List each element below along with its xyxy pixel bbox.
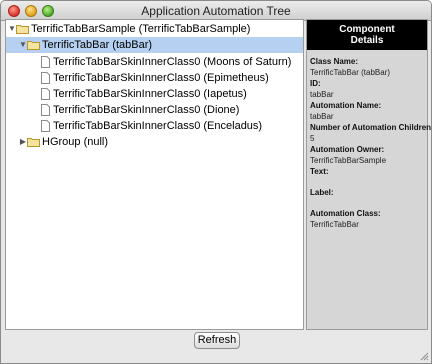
text-label: Text: bbox=[310, 167, 329, 176]
class-name-label: Class Name: bbox=[310, 57, 359, 66]
automation-tree[interactable]: ▼ TerrificTabBarSample (TerrificTabBarSa… bbox=[5, 19, 304, 330]
tree-row-label: TerrificTabBarSkinInnerClass0 (Epimetheu… bbox=[53, 72, 269, 84]
details-header-line2: Details bbox=[350, 35, 384, 46]
tree-row-skin-enceladus[interactable]: TerrificTabBarSkinInnerClass0 (Enceladus… bbox=[6, 118, 303, 134]
tree-row-label: TerrificTabBarSkinInnerClass0 (Moons of … bbox=[53, 56, 292, 68]
folder-icon bbox=[27, 138, 40, 147]
tree-row-skin-dione[interactable]: TerrificTabBarSkinInnerClass0 (Dione) bbox=[6, 102, 303, 118]
details-header-line1: Component bbox=[339, 24, 395, 35]
automation-owner-value: TerrificTabBarSample bbox=[310, 156, 387, 165]
id-label: ID: bbox=[310, 79, 321, 88]
automation-class-value: TerrificTabBar bbox=[310, 220, 359, 229]
label-label: Label: bbox=[310, 188, 334, 197]
class-name-value: TerrificTabBar (tabBar) bbox=[310, 68, 391, 77]
tree-row-terrific-tab-bar-sample[interactable]: ▼ TerrificTabBarSample (TerrificTabBarSa… bbox=[6, 21, 303, 37]
tree-row-label: TerrificTabBarSkinInnerClass0 (Dione) bbox=[53, 104, 240, 116]
automation-name-value: tabBar bbox=[310, 112, 334, 121]
tree-row-skin-moons-of-saturn[interactable]: TerrificTabBarSkinInnerClass0 (Moons of … bbox=[6, 54, 303, 70]
component-details-panel: Component Details Class Name: TerrificTa… bbox=[306, 19, 431, 330]
tree-row-label: TerrificTabBarSample (TerrificTabBarSamp… bbox=[31, 23, 251, 35]
refresh-button[interactable]: Refresh bbox=[194, 332, 240, 349]
details-header: Component Details bbox=[307, 20, 427, 50]
tree-row-label: TerrificTabBarSkinInnerClass0 (Enceladus… bbox=[53, 120, 263, 132]
document-icon bbox=[41, 120, 50, 132]
tree-row-terrific-tab-bar[interactable]: ▼ TerrificTabBar (tabBar) bbox=[6, 37, 303, 53]
window-title: Application Automation Tree bbox=[141, 4, 291, 18]
tree-row-skin-epimetheus[interactable]: TerrificTabBarSkinInnerClass0 (Epimetheu… bbox=[6, 70, 303, 86]
document-icon bbox=[41, 72, 50, 84]
tree-row-label: TerrificTabBarSkinInnerClass0 (Iapetus) bbox=[53, 88, 247, 100]
tree-row-label: HGroup (null) bbox=[42, 136, 109, 148]
tree-row-skin-iapetus[interactable]: TerrificTabBarSkinInnerClass0 (Iapetus) bbox=[6, 86, 303, 102]
resize-grip-icon[interactable] bbox=[419, 351, 429, 361]
document-icon bbox=[41, 104, 50, 116]
id-value: tabBar bbox=[310, 90, 334, 99]
automation-name-label: Automation Name: bbox=[310, 101, 382, 110]
automation-class-label: Automation Class: bbox=[310, 209, 381, 218]
folder-icon bbox=[16, 25, 29, 34]
folder-icon bbox=[27, 41, 40, 50]
title-bar[interactable]: Application Automation Tree bbox=[1, 1, 431, 21]
tree-row-hgroup[interactable]: ▶ HGroup (null) bbox=[6, 134, 303, 150]
automation-owner-label: Automation Owner: bbox=[310, 145, 385, 154]
automation-children-value: 5 bbox=[310, 134, 315, 143]
automation-tree-window: Application Automation Tree ▼ TerrificTa… bbox=[0, 0, 432, 364]
document-icon bbox=[41, 56, 50, 68]
tree-row-label: TerrificTabBar (tabBar) bbox=[42, 39, 153, 51]
automation-children-label: Number of Automation Children: bbox=[310, 123, 432, 132]
document-icon bbox=[41, 88, 50, 100]
